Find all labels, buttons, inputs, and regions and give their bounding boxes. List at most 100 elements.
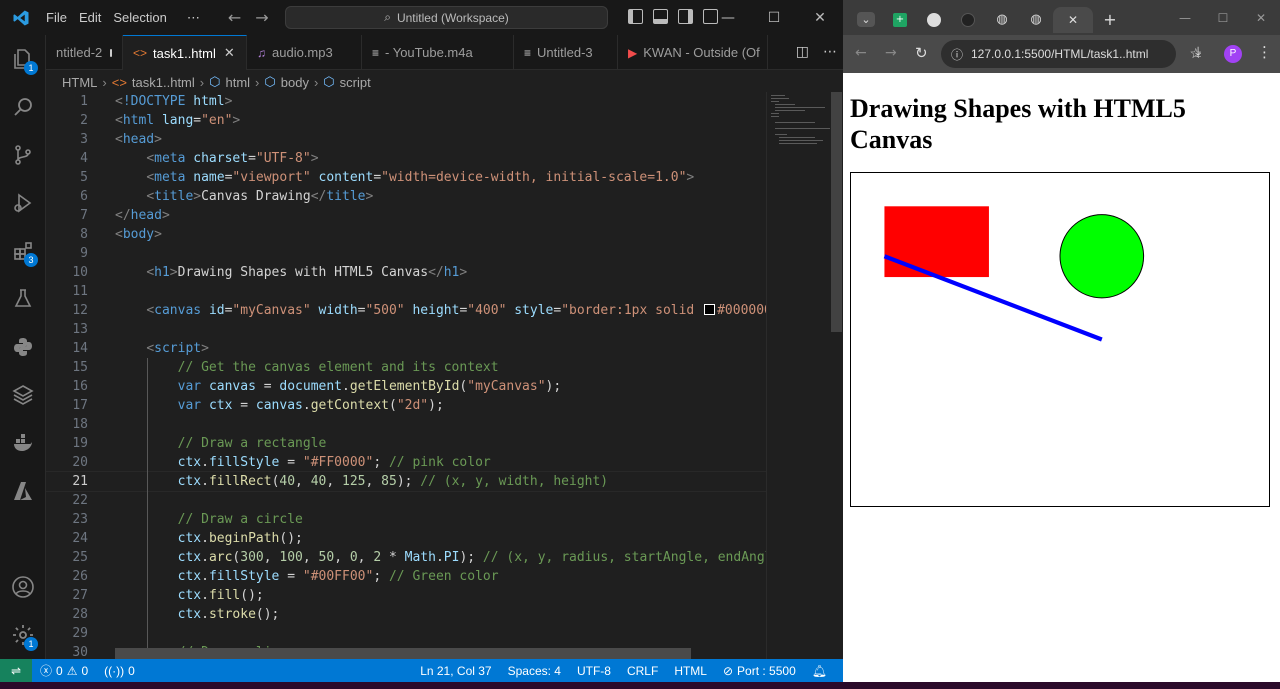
code-line[interactable]: 24 ctx.beginPath(); [46, 529, 766, 548]
code-line[interactable]: 19 // Draw a rectangle [46, 434, 766, 453]
code-line[interactable]: 15 // Get the canvas element and its con… [46, 358, 766, 377]
breadcrumb-item-script[interactable]: script [340, 75, 371, 90]
code-line[interactable]: 12 <canvas id="myCanvas" width="500" hei… [46, 301, 766, 320]
code-line[interactable]: 6 <title>Canvas Drawing</title> [46, 187, 766, 206]
menu-selection[interactable]: Selection [107, 10, 172, 26]
code-editor[interactable]: 1 <!DOCTYPE html> 2 <html lang="en"> 3 <head>… [46, 92, 766, 659]
horizontal-scrollbar[interactable] [115, 648, 691, 659]
breadcrumb-item-html-lang[interactable]: HTML [62, 75, 97, 90]
code-line[interactable]: 16 var canvas = document.getElementById(… [46, 377, 766, 396]
tab-untitled-2[interactable]: ntitled-2 [46, 35, 123, 70]
code-line[interactable]: 20 ctx.fillStyle = "#FF0000"; // pink co… [46, 453, 766, 472]
reload-icon[interactable]: ↻ [915, 44, 928, 62]
encoding[interactable]: UTF-8 [569, 664, 619, 678]
layers-icon[interactable] [0, 371, 46, 419]
toggle-sidebar-icon[interactable] [628, 9, 643, 24]
indentation[interactable]: Spaces: 4 [500, 664, 569, 678]
minimize-icon[interactable]: — [705, 10, 751, 26]
ports-indicator[interactable]: ((·)) 0 [96, 664, 143, 678]
scrollbar-thumb[interactable] [831, 92, 842, 332]
code-line[interactable]: 11 [46, 282, 766, 301]
code-line[interactable]: 29 [46, 624, 766, 643]
browser-back-icon[interactable]: ← [855, 45, 867, 61]
browser-minimize-icon[interactable]: — [1166, 11, 1204, 25]
browser-forward-icon[interactable]: → [885, 45, 897, 61]
code-line[interactable]: 1 <!DOCTYPE html> [46, 92, 766, 111]
github-favicon-icon[interactable] [917, 7, 951, 33]
explorer-icon[interactable]: 1 [0, 35, 46, 83]
forward-arrow-icon[interactable]: → [255, 8, 268, 27]
end-of-line[interactable]: CRLF [619, 664, 666, 678]
globe-favicon-icon[interactable]: ◍ [985, 7, 1019, 33]
drawing-canvas[interactable] [850, 172, 1270, 507]
code-line[interactable]: 26 ctx.fillStyle = "#00FF00"; // Green c… [46, 567, 766, 586]
python-icon[interactable] [0, 323, 46, 371]
dark-favicon-icon[interactable] [951, 7, 985, 33]
cursor-position[interactable]: Ln 21, Col 37 [412, 664, 499, 678]
remote-indicator-icon[interactable]: ⇌ [0, 659, 32, 682]
profile-avatar[interactable]: P [1224, 45, 1242, 63]
account-icon[interactable] [0, 563, 46, 611]
azure-icon[interactable] [0, 467, 46, 515]
maximize-icon[interactable]: ☐ [751, 10, 797, 26]
code-line[interactable]: 10 <h1>Drawing Shapes with HTML5 Canvas<… [46, 263, 766, 282]
search-view-icon[interactable] [0, 83, 46, 131]
code-line[interactable]: 4 <meta charset="UTF-8"> [46, 149, 766, 168]
close-icon[interactable]: ✕ [797, 10, 843, 26]
testing-flask-icon[interactable] [0, 275, 46, 323]
source-control-icon[interactable] [0, 131, 46, 179]
code-line[interactable]: 13 [46, 320, 766, 339]
menu-edit[interactable]: Edit [73, 10, 107, 26]
more-actions-icon[interactable]: ⋯ [823, 44, 837, 60]
download-icon[interactable]: ⤓ [1195, 44, 1201, 60]
active-tab-close-icon[interactable]: ✕ [1053, 6, 1093, 33]
breadcrumb-item-body[interactable]: body [281, 75, 309, 90]
sheets-favicon-icon[interactable]: + [883, 7, 917, 33]
code-line[interactable]: 25 ctx.arc(300, 100, 50, 0, 2 * Math.PI)… [46, 548, 766, 567]
code-line[interactable]: 8 <body> [46, 225, 766, 244]
browser-menu-icon[interactable]: ⋮ [1257, 43, 1272, 61]
command-center[interactable]: ⌕ Untitled (Workspace) [285, 6, 608, 29]
tab-kwan-outside[interactable]: ▶ KWAN - Outside (Of [618, 35, 768, 70]
address-bar[interactable]: ⓘ 127.0.0.1:5500/HTML/task1..html ☆ [941, 40, 1202, 68]
toggle-panel-icon[interactable] [653, 9, 668, 24]
live-server-port[interactable]: ⊘ Port : 5500 [715, 664, 804, 678]
color-swatch-icon[interactable] [704, 304, 716, 315]
code-line[interactable]: 5 <meta name="viewport" content="width=d… [46, 168, 766, 187]
close-tab-icon[interactable]: ✕ [224, 45, 235, 61]
run-debug-icon[interactable] [0, 179, 46, 227]
breadcrumb-item-html[interactable]: html [225, 75, 250, 90]
code-line[interactable]: 21 ctx.fillRect(40, 40, 125, 85); // (x,… [46, 471, 766, 492]
code-line[interactable]: 3 <head> [46, 130, 766, 149]
globe-favicon-icon-2[interactable]: ◍ [1019, 7, 1053, 33]
breadcrumb-item-file[interactable]: task1..html [132, 75, 195, 90]
browser-maximize-icon[interactable]: ☐ [1204, 11, 1242, 25]
back-arrow-icon[interactable]: ← [228, 8, 241, 27]
settings-gear-icon[interactable]: 1 [0, 611, 46, 659]
tab-task1-html[interactable]: <> task1..html ✕ [123, 35, 247, 70]
code-line[interactable]: 22 [46, 491, 766, 510]
docker-icon[interactable] [0, 419, 46, 467]
tab-audio-mp3[interactable]: ♫ audio.mp3 [247, 35, 362, 70]
browser-close-icon[interactable]: ✕ [1242, 11, 1280, 25]
code-line[interactable]: 18 [46, 415, 766, 434]
code-line[interactable]: 17 var ctx = canvas.getContext("2d"); [46, 396, 766, 415]
toggle-secondary-sidebar-icon[interactable] [678, 9, 693, 24]
menu-more[interactable]: ⋯ [181, 10, 206, 26]
code-line[interactable]: 27 ctx.fill(); [46, 586, 766, 605]
language-mode[interactable]: HTML [666, 664, 715, 678]
tab-untitled-3[interactable]: ≡ Untitled-3 [514, 35, 618, 70]
tab-search-dropdown-icon[interactable]: ⌄ [849, 7, 883, 33]
notifications-bell-icon[interactable]: 🔔︎ [804, 664, 835, 678]
minimap[interactable] [766, 92, 833, 659]
problems-indicator[interactable]: ⓧ 0 ⚠ 0 [32, 662, 96, 679]
code-line[interactable]: 23 // Draw a circle [46, 510, 766, 529]
code-line[interactable]: 28 ctx.stroke(); [46, 605, 766, 624]
new-tab-plus-icon[interactable]: + [1093, 7, 1127, 33]
vertical-scrollbar[interactable] [830, 92, 843, 659]
code-line[interactable]: 2 <html lang="en"> [46, 111, 766, 130]
menu-file[interactable]: File [40, 10, 73, 26]
code-line[interactable]: 14 <script> [46, 339, 766, 358]
tab-youtube-m4a[interactable]: ≡ - YouTube.m4a [362, 35, 514, 70]
code-line[interactable]: 9 [46, 244, 766, 263]
